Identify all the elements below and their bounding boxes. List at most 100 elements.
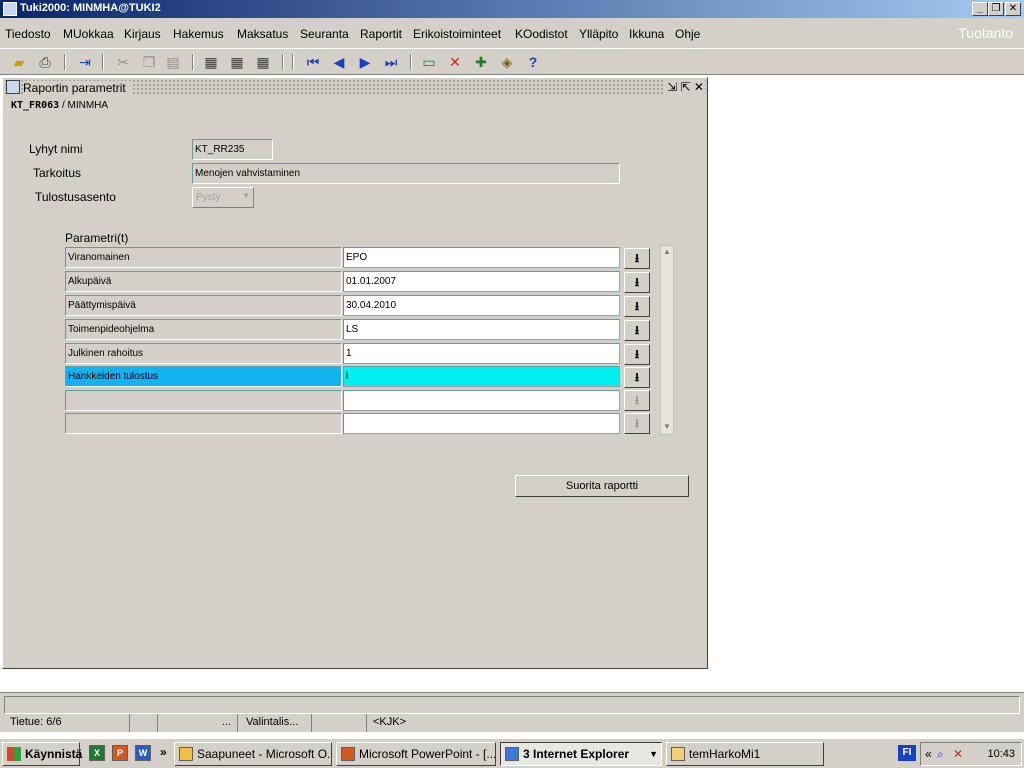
- param-value-6-selected[interactable]: l: [343, 366, 620, 387]
- mode-indicator: <KJK>: [373, 716, 407, 728]
- lov-arrow-button[interactable]: ⭳: [624, 367, 650, 388]
- param-name-8[interactable]: [65, 413, 342, 434]
- scroll-down-icon[interactable]: ▼: [662, 422, 672, 432]
- language-indicator[interactable]: FI: [898, 745, 916, 761]
- lov-arrow-button[interactable]: ⭳: [624, 390, 650, 411]
- save-icon[interactable]: ▰: [10, 53, 28, 71]
- purpose-field[interactable]: Menojen vahvistaminen: [192, 163, 620, 184]
- first-record-icon[interactable]: ⏮: [304, 53, 322, 71]
- param-name-2[interactable]: Alkupäivä: [65, 271, 342, 292]
- task-outlook[interactable]: Saapuneet - Microsoft O...: [174, 742, 332, 766]
- toolbar-separator: [282, 54, 284, 70]
- param-value-1[interactable]: EPO: [343, 247, 620, 268]
- powerpoint-icon[interactable]: P: [112, 745, 128, 761]
- form-code: KT_FR063: [11, 100, 60, 111]
- execute-query-icon[interactable]: ▦: [228, 53, 246, 71]
- lov-arrow-button[interactable]: ⭳: [624, 248, 650, 269]
- chevron-down-icon: ▼: [649, 749, 658, 759]
- task-internet-explorer[interactable]: 3 Internet Explorer ▼: [500, 742, 662, 766]
- param-value-3[interactable]: 30.04.2010: [343, 295, 620, 316]
- param-value-8[interactable]: [343, 413, 620, 434]
- orientation-select[interactable]: Pysty ▼: [192, 187, 254, 208]
- menu-tiedosto[interactable]: Tiedosto: [5, 27, 51, 41]
- parameters-label: Parametri(t): [65, 231, 129, 245]
- menu-yllapito[interactable]: Ylläpito: [579, 27, 618, 41]
- exit-icon[interactable]: ⇥: [76, 53, 94, 71]
- menu-muokkaa[interactable]: MUokkaa: [63, 27, 114, 41]
- menu-ohje[interactable]: Ohje: [675, 27, 700, 41]
- chevron-left-icon[interactable]: «: [925, 747, 932, 761]
- param-name-7[interactable]: [65, 390, 342, 411]
- menu-maksatus[interactable]: Maksatus: [237, 27, 288, 41]
- parameters-scrollbar[interactable]: ▲ ▼: [660, 245, 674, 435]
- lov-arrow-button[interactable]: ⭳: [624, 272, 650, 293]
- chevron-down-icon: ▼: [242, 191, 250, 200]
- delete-record-icon[interactable]: ✕: [446, 53, 464, 71]
- form-title-bar[interactable]: Raportin parametrit ⇲ ⇱ ✕: [4, 79, 706, 96]
- short-name-field[interactable]: KT_RR235: [192, 139, 273, 160]
- word-icon[interactable]: W: [135, 745, 151, 761]
- network-icon[interactable]: ✕: [953, 747, 963, 761]
- task-powerpoint[interactable]: Microsoft PowerPoint - [...: [336, 742, 496, 766]
- param-name-1[interactable]: Viranomainen: [65, 247, 342, 268]
- duplicate-record-icon[interactable]: ✚: [472, 53, 490, 71]
- restore-button[interactable]: ❐: [988, 2, 1004, 16]
- param-name-3[interactable]: Päättymispäivä: [65, 295, 342, 316]
- menu-raportit[interactable]: Raportit: [360, 27, 402, 41]
- status-cell-empty: [312, 714, 367, 732]
- help-icon[interactable]: ?: [524, 53, 542, 71]
- scroll-up-icon[interactable]: ▲: [662, 247, 672, 257]
- previous-record-icon[interactable]: ◀: [330, 53, 348, 71]
- lov-icon[interactable]: ◈: [498, 53, 516, 71]
- toolbar-separator: [410, 54, 412, 70]
- param-value-7[interactable]: [343, 390, 620, 411]
- run-report-button[interactable]: Suorita raportti: [515, 475, 689, 497]
- menu-kirjaus[interactable]: Kirjaus: [124, 27, 161, 41]
- toolbar-separator: [292, 54, 294, 70]
- lov-arrow-button[interactable]: ⭳: [624, 413, 650, 434]
- menu-koodistot[interactable]: KOodistot: [515, 27, 568, 41]
- excel-icon[interactable]: X: [89, 745, 105, 761]
- form-window-controls[interactable]: ⇲ ⇱ ✕: [663, 80, 704, 94]
- app-icon: [3, 2, 17, 16]
- start-button[interactable]: Käynnistä: [2, 742, 82, 766]
- param-value-5[interactable]: 1: [343, 343, 620, 364]
- short-name-label: Lyhyt nimi: [29, 142, 83, 156]
- param-name-4[interactable]: Toimenpideohjelma: [65, 319, 342, 340]
- menu-ikkuna[interactable]: Ikkuna: [629, 27, 664, 41]
- purpose-label: Tarkoitus: [33, 166, 82, 180]
- folder-icon: [671, 747, 685, 761]
- menu-hakemus[interactable]: Hakemus: [173, 27, 224, 41]
- param-value-2[interactable]: 01.01.2007: [343, 271, 620, 292]
- search-icon[interactable]: ⌕: [937, 747, 944, 762]
- menu-erikoistoiminteet[interactable]: Erikoistoiminteet: [413, 27, 501, 41]
- lov-arrow-button[interactable]: ⭳: [624, 320, 650, 341]
- lov-arrow-button[interactable]: ⭳: [624, 344, 650, 365]
- app-title-bar[interactable]: Tuki2000: MINMHA@TUKI2 _ ❐ ✕: [0, 0, 1024, 18]
- cancel-query-icon[interactable]: ▦: [254, 53, 272, 71]
- close-button[interactable]: ✕: [1005, 2, 1021, 16]
- enter-query-icon[interactable]: ▦: [202, 53, 220, 71]
- outlook-icon: [179, 747, 193, 761]
- param-value-4[interactable]: LS: [343, 319, 620, 340]
- chevron-right-icon[interactable]: »: [160, 745, 167, 759]
- copy-icon[interactable]: ❐: [140, 53, 158, 71]
- task-folder[interactable]: temHarkoMi1: [666, 742, 824, 766]
- insert-record-icon[interactable]: ▭: [420, 53, 438, 71]
- cut-icon[interactable]: ✂: [114, 53, 132, 71]
- param-name-6-selected[interactable]: Hankkeiden tulostus: [65, 366, 342, 387]
- paste-icon[interactable]: ▤: [164, 53, 182, 71]
- toolbar-separator: [192, 54, 194, 70]
- param-name-5[interactable]: Julkinen rahoitus: [65, 343, 342, 364]
- form-icon: [6, 80, 20, 94]
- minimize-button[interactable]: _: [972, 2, 988, 16]
- print-icon[interactable]: ⎙: [36, 53, 54, 71]
- next-record-icon[interactable]: ▶: [356, 53, 374, 71]
- lov-arrow-button[interactable]: ⭳: [624, 296, 650, 317]
- environment-label: Tuotanto: [958, 25, 1013, 41]
- taskbar: Käynnistä X P W » Saapuneet - Microsoft …: [0, 738, 1024, 768]
- clock: 10:43: [987, 748, 1015, 760]
- menu-seuranta[interactable]: Seuranta: [300, 27, 349, 41]
- last-record-icon[interactable]: ⏭: [382, 53, 400, 71]
- toolbar-separator: [64, 54, 66, 70]
